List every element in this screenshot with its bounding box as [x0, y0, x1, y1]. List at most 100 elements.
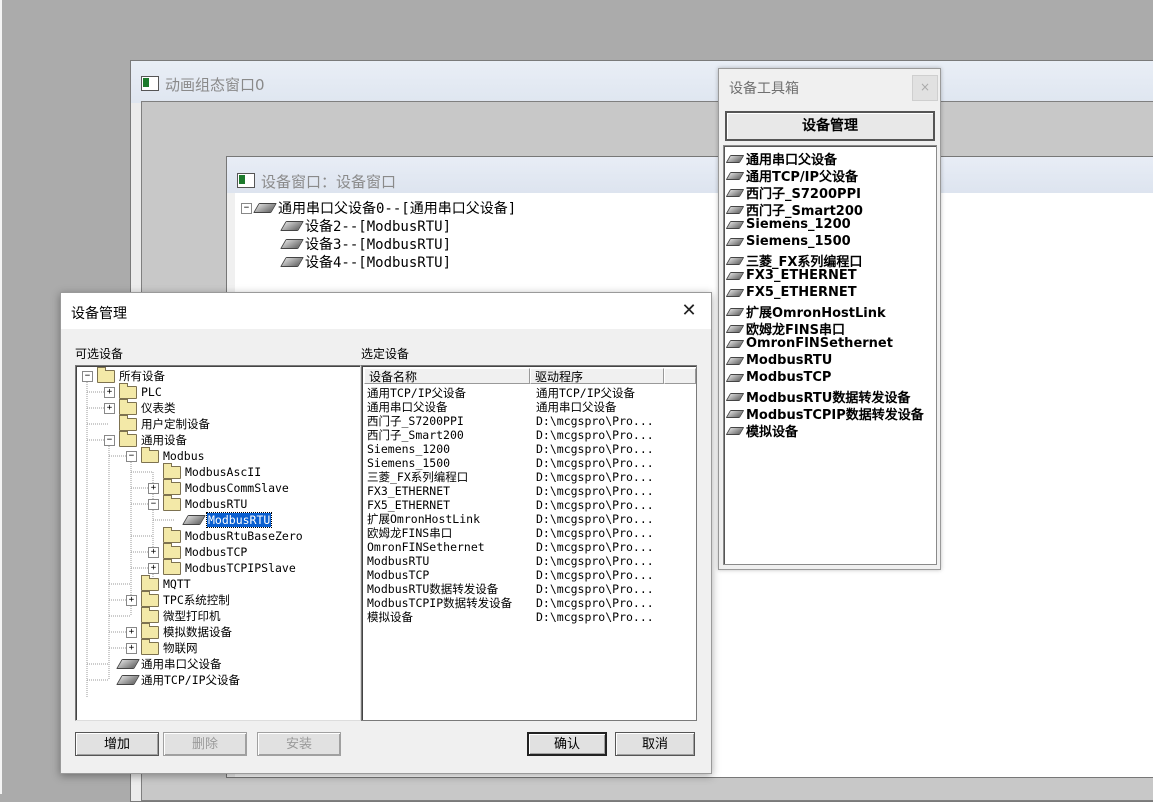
device-name-cell[interactable]: ModbusRTU数据转发设备: [367, 582, 498, 596]
animation-window-titlebar[interactable]: 动画组态窗口0: [131, 61, 1153, 103]
expand-icon[interactable]: +: [126, 594, 137, 606]
delete-button[interactable]: 删除: [163, 732, 247, 756]
driver-cell[interactable]: D:\mcgspro\Pro...: [536, 568, 654, 582]
expand-icon[interactable]: +: [148, 546, 159, 558]
device-tree-node[interactable]: − 通用串口父设备0--[通用串口父设备]: [241, 198, 516, 218]
device-name-cell[interactable]: Siemens_1200: [367, 442, 450, 456]
device-name-cell[interactable]: 三菱_FX系列编程口: [367, 470, 468, 484]
toolbox-device-item[interactable]: OmronFINSethernet: [725, 336, 893, 351]
expand-icon[interactable]: +: [126, 626, 137, 638]
driver-cell[interactable]: D:\mcgspro\Pro...: [536, 428, 654, 442]
dialog-titlebar[interactable]: 设备管理 ✕: [61, 293, 711, 329]
device-name-cell[interactable]: 西门子_S7200PPI: [367, 414, 464, 428]
device-name-cell[interactable]: ModbusRTU: [367, 554, 429, 568]
device-tree-node[interactable]: 设备4--[ModbusRTU]: [280, 252, 451, 272]
driver-cell[interactable]: D:\mcgspro\Pro...: [536, 610, 654, 624]
device-name-cell[interactable]: ModbusTCPIP数据转发设备: [367, 596, 512, 610]
device-chip-icon: [725, 220, 745, 229]
expand-icon[interactable]: +: [148, 482, 159, 494]
driver-cell[interactable]: 通用串口父设备: [536, 400, 617, 414]
tree-node[interactable]: 通用TCP/IP父设备: [104, 672, 240, 688]
column-header-name[interactable]: 设备名称: [364, 368, 530, 384]
device-manage-button[interactable]: 设备管理: [725, 111, 935, 141]
driver-cell[interactable]: D:\mcgspro\Pro...: [536, 596, 654, 610]
device-management-dialog[interactable]: 设备管理 ✕ 可选设备 选定设备 − 所有设备 + PLC + 仪表类 用户定制设备 − 通用设…: [60, 292, 712, 774]
tree-node-label: TPC系统控制: [163, 593, 230, 607]
tree-node[interactable]: + ModbusTCPIPSlave: [148, 558, 296, 576]
column-header-driver[interactable]: 驱动程序: [530, 368, 664, 384]
toolbox-device-item[interactable]: Siemens_1500: [725, 234, 851, 249]
driver-cell[interactable]: D:\mcgspro\Pro...: [536, 540, 654, 554]
driver-cell[interactable]: D:\mcgspro\Pro...: [536, 484, 654, 498]
folder-icon: [163, 478, 181, 495]
folder-icon: [163, 462, 181, 479]
tree-node[interactable]: − ModbusRTU: [148, 494, 247, 512]
collapse-icon[interactable]: −: [241, 202, 252, 214]
driver-cell[interactable]: 通用TCP/IP父设备: [536, 386, 635, 400]
close-icon[interactable]: ×: [912, 75, 938, 101]
driver-cell[interactable]: D:\mcgspro\Pro...: [536, 554, 654, 568]
close-icon[interactable]: ✕: [677, 299, 701, 323]
available-devices-tree[interactable]: − 所有设备 + PLC + 仪表类 用户定制设备 − 通用设备 − Modbus ModbusAsc…: [75, 365, 361, 721]
device-name-cell[interactable]: ModbusTCP: [367, 568, 429, 582]
driver-cell[interactable]: D:\mcgspro\Pro...: [536, 498, 654, 512]
add-button[interactable]: 增加: [75, 732, 159, 756]
tree-node[interactable]: + PLC: [104, 382, 162, 400]
device-name-cell[interactable]: 通用串口父设备: [367, 400, 448, 414]
device-name-cell[interactable]: FX3_ETHERNET: [367, 484, 450, 498]
driver-cell[interactable]: D:\mcgspro\Pro...: [536, 512, 654, 526]
expand-icon[interactable]: +: [148, 562, 159, 574]
expand-icon[interactable]: +: [104, 386, 115, 398]
tree-node-label: 仪表类: [141, 401, 176, 415]
install-button[interactable]: 安装: [257, 732, 341, 756]
device-name-cell[interactable]: Siemens_1500: [367, 456, 450, 470]
collapse-icon[interactable]: −: [148, 498, 159, 510]
collapse-icon[interactable]: −: [82, 370, 93, 382]
collapse-icon[interactable]: −: [104, 434, 115, 446]
device-chip-icon: [725, 307, 745, 316]
expand-icon[interactable]: +: [104, 402, 115, 414]
toolbox-device-item[interactable]: ModbusRTU: [725, 353, 832, 368]
driver-cell[interactable]: D:\mcgspro\Pro...: [536, 526, 654, 540]
device-window-titlebar[interactable]: 设备窗口：设备窗口: [227, 157, 1153, 193]
folder-icon: [119, 382, 137, 399]
toolbox-device-item[interactable]: ModbusTCP: [725, 370, 831, 385]
device-name-cell[interactable]: 扩展OmronHostLink: [367, 512, 480, 526]
toolbox-device-item[interactable]: FX5_ETHERNET: [725, 285, 857, 300]
collapse-icon[interactable]: −: [126, 450, 137, 462]
device-name-cell[interactable]: 通用TCP/IP父设备: [367, 386, 466, 400]
tree-node-label: 用户定制设备: [141, 417, 210, 431]
tree-node-label: ModbusCommSlave: [185, 481, 289, 495]
toolbox-device-list[interactable]: 通用串口父设备 通用TCP/IP父设备 西门子_S7200PPI 西门子_Smart2…: [723, 145, 937, 565]
device-chip-icon: [725, 237, 745, 246]
folder-icon: [97, 366, 115, 383]
folder-icon: [141, 446, 159, 463]
device-name-cell[interactable]: OmronFINSethernet: [367, 540, 485, 554]
driver-cell[interactable]: D:\mcgspro\Pro...: [536, 582, 654, 596]
device-toolbox[interactable]: 设备工具箱 × 设备管理 通用串口父设备 通用TCP/IP父设备 西门子_S7200…: [718, 68, 941, 570]
ok-button[interactable]: 确认: [527, 732, 607, 756]
cancel-button[interactable]: 取消: [615, 732, 695, 756]
toolbox-device-label: Siemens_1200: [746, 217, 851, 232]
device-name-cell[interactable]: 欧姆龙FINS串口: [367, 526, 452, 540]
expand-icon[interactable]: +: [126, 642, 137, 654]
folder-icon: [163, 526, 181, 543]
device-name-cell[interactable]: 模拟设备: [367, 610, 413, 624]
toolbox-device-item[interactable]: Siemens_1200: [725, 217, 851, 232]
driver-cell[interactable]: D:\mcgspro\Pro...: [536, 470, 654, 484]
device-name-cell[interactable]: FX5_ETHERNET: [367, 498, 450, 512]
device-tree-node[interactable]: 设备2--[ModbusRTU]: [280, 216, 451, 236]
tree-node[interactable]: ModbusRTU: [170, 512, 273, 528]
device-tree-node[interactable]: 设备3--[ModbusRTU]: [280, 234, 451, 254]
toolbox-device-item[interactable]: FX3_ETHERNET: [725, 268, 857, 283]
selected-devices-list[interactable]: 设备名称 驱动程序 通用TCP/IP父设备 通用TCP/IP父设备 通用串口父设备 通…: [361, 365, 697, 721]
driver-cell[interactable]: D:\mcgspro\Pro...: [536, 456, 654, 470]
device-name-cell[interactable]: 西门子_Smart200: [367, 428, 464, 442]
driver-cell[interactable]: D:\mcgspro\Pro...: [536, 414, 654, 428]
tree-node[interactable]: MQTT: [126, 574, 191, 592]
tree-node[interactable]: 通用串口父设备: [104, 656, 222, 672]
toolbox-device-item[interactable]: 模拟设备: [725, 421, 798, 440]
tree-node[interactable]: + 物联网: [126, 638, 198, 656]
driver-cell[interactable]: D:\mcgspro\Pro...: [536, 442, 654, 456]
tree-node[interactable]: + 仪表类: [104, 398, 176, 416]
